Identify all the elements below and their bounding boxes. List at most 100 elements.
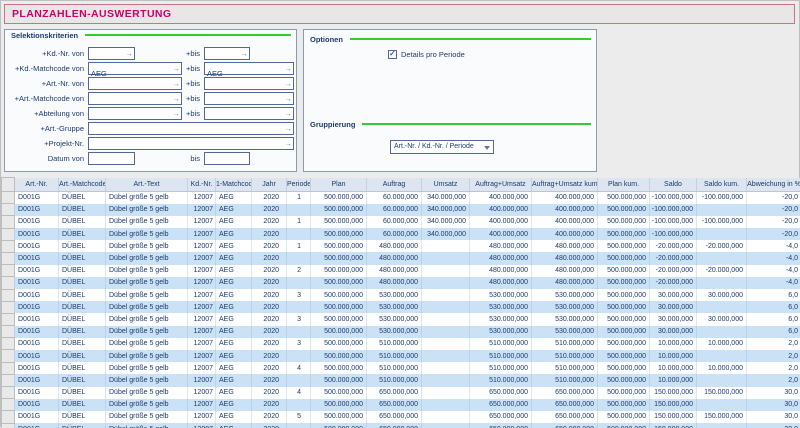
row-selector[interactable]	[2, 362, 15, 374]
cell: DÜBEL	[59, 313, 106, 325]
row-selector[interactable]	[2, 252, 15, 264]
column-header[interactable]: Auftrag+Umsatz	[470, 178, 532, 192]
cell: -4,0	[747, 277, 800, 289]
selektionskriterien-heading: Selektionskriterien	[11, 30, 291, 40]
table-row[interactable]: D001GDÜBELDübel größe 5 gelb12007AEG2020…	[2, 411, 800, 423]
gruppierung-dropdown[interactable]: Art.-Nr. / Kd.-Nr. / Periode	[390, 140, 494, 154]
artmatchcode-bis-input[interactable]: →	[204, 92, 294, 105]
kdmatchcode-von-input[interactable]: →	[88, 62, 182, 75]
datum-von-label: Datum von	[5, 152, 84, 165]
column-header[interactable]: Art.-Text	[106, 178, 188, 192]
datum-von-input[interactable]	[88, 152, 135, 165]
column-header[interactable]: Auftrag	[367, 178, 422, 192]
kdnr-bis-input[interactable]: →	[204, 47, 250, 60]
artnr-von-label: +Art.-Nr. von	[5, 77, 84, 90]
column-header[interactable]: Jahr	[252, 178, 287, 192]
table-row[interactable]: D001GDÜBELDübel größe 5 gelb12007AEG2020…	[2, 289, 800, 301]
lookup-arrow-icon[interactable]: →	[241, 49, 249, 59]
row-selector[interactable]	[2, 423, 15, 428]
cell: 10.000,000	[697, 362, 747, 374]
column-header[interactable]: Abweichung in %	[747, 178, 800, 192]
row-selector[interactable]	[2, 387, 15, 399]
row-selector[interactable]	[2, 228, 15, 240]
table-row[interactable]: D001GDÜBELDübel größe 5 gelb12007AEG2020…	[2, 362, 800, 374]
table-row[interactable]: D001GDÜBELDübel größe 5 gelb12007AEG2020…	[2, 301, 800, 313]
lookup-arrow-icon[interactable]: →	[285, 139, 293, 149]
row-selector[interactable]	[2, 350, 15, 362]
column-header[interactable]: Art.-Matchcode	[59, 178, 106, 192]
cell	[697, 399, 747, 411]
table-row[interactable]: D001GDÜBELDübel größe 5 gelb12007AEG2020…	[2, 192, 800, 204]
lookup-arrow-icon[interactable]: →	[285, 64, 293, 74]
artgruppe-input[interactable]: →	[88, 122, 294, 135]
row-selector[interactable]	[2, 265, 15, 277]
column-header[interactable]: Plan	[311, 178, 367, 192]
lookup-arrow-icon[interactable]: →	[285, 109, 293, 119]
column-header[interactable]: Art.-Nr.	[15, 178, 59, 192]
column-header[interactable]: Auftrag+Umsatz kum.	[532, 178, 598, 192]
cell: 12007	[188, 350, 216, 362]
artmatchcode-von-input[interactable]: →	[88, 92, 182, 105]
table-row[interactable]: D001GDÜBELDübel größe 5 gelb12007AEG2020…	[2, 399, 800, 411]
row-selector[interactable]	[2, 289, 15, 301]
cell: 150.000,000	[697, 387, 747, 399]
row-selector[interactable]	[2, 240, 15, 252]
row-selector[interactable]	[2, 411, 15, 423]
row-selector[interactable]	[2, 301, 15, 313]
kdmatchcode-bis-input[interactable]: →	[204, 62, 294, 75]
row-selector[interactable]	[2, 192, 15, 204]
cell: 2,0	[747, 338, 800, 350]
column-header[interactable]: Plan kum.	[598, 178, 650, 192]
cell: D001G	[15, 326, 59, 338]
row-selector[interactable]	[2, 204, 15, 216]
cell: -20.000,000	[650, 277, 697, 289]
cell: 530.000,000	[470, 326, 532, 338]
cell: 480.000,000	[367, 252, 422, 264]
row-selector[interactable]	[2, 338, 15, 350]
column-header[interactable]: Saldo	[650, 178, 697, 192]
row-selector[interactable]	[2, 326, 15, 338]
abteilung-bis-input[interactable]: →	[204, 107, 294, 120]
details-pro-periode-checkbox[interactable]: ✓	[388, 50, 397, 59]
table-row[interactable]: D001GDÜBELDübel größe 5 gelb12007AEG2020…	[2, 387, 800, 399]
table-row[interactable]: D001GDÜBELDübel größe 5 gelb12007AEG2020…	[2, 240, 800, 252]
kdnr-von-input[interactable]: →	[88, 47, 135, 60]
datum-bis-input[interactable]	[204, 152, 250, 165]
column-header[interactable]: Kd.-Nr.	[188, 178, 216, 192]
table-row[interactable]: D001GDÜBELDübel größe 5 gelb12007AEG2020…	[2, 423, 800, 428]
table-row[interactable]: D001GDÜBELDübel größe 5 gelb12007AEG2020…	[2, 204, 800, 216]
artnr-bis-input[interactable]: →	[204, 77, 294, 90]
cell: Dübel größe 5 gelb	[106, 228, 188, 240]
table-row[interactable]: D001GDÜBELDübel größe 5 gelb12007AEG2020…	[2, 216, 800, 228]
projektnr-input[interactable]: →	[88, 137, 294, 150]
column-header[interactable]: 1-Matchcoc	[216, 178, 252, 192]
table-row[interactable]: D001GDÜBELDübel größe 5 gelb12007AEG2020…	[2, 265, 800, 277]
row-selector[interactable]	[2, 313, 15, 325]
cell: DÜBEL	[59, 289, 106, 301]
cell: 12007	[188, 228, 216, 240]
artnr-von-input[interactable]: →	[88, 77, 182, 90]
table-row[interactable]: D001GDÜBELDübel größe 5 gelb12007AEG2020…	[2, 277, 800, 289]
cell: 150.000,000	[650, 399, 697, 411]
abteilung-von-input[interactable]: →	[88, 107, 182, 120]
lookup-arrow-icon[interactable]: →	[285, 94, 293, 104]
row-selector[interactable]	[2, 374, 15, 386]
cell: 510.000,000	[367, 338, 422, 350]
selektionskriterien-panel: Selektionskriterien +Kd.-Nr. von → +bis …	[4, 29, 297, 172]
lookup-arrow-icon[interactable]: →	[285, 79, 293, 89]
table-row[interactable]: D001GDÜBELDübel größe 5 gelb12007AEG2020…	[2, 313, 800, 325]
lookup-arrow-icon[interactable]: →	[126, 49, 134, 59]
column-header[interactable]: Saldo kum.	[697, 178, 747, 192]
column-header[interactable]: Umsatz	[422, 178, 470, 192]
column-header[interactable]: Periode	[287, 178, 311, 192]
table-row[interactable]: D001GDÜBELDübel größe 5 gelb12007AEG2020…	[2, 374, 800, 386]
row-selector[interactable]	[2, 216, 15, 228]
lookup-arrow-icon[interactable]: →	[285, 124, 293, 134]
table-row[interactable]: D001GDÜBELDübel größe 5 gelb12007AEG2020…	[2, 228, 800, 240]
table-row[interactable]: D001GDÜBELDübel größe 5 gelb12007AEG2020…	[2, 326, 800, 338]
table-row[interactable]: D001GDÜBELDübel größe 5 gelb12007AEG2020…	[2, 338, 800, 350]
table-row[interactable]: D001GDÜBELDübel größe 5 gelb12007AEG2020…	[2, 252, 800, 264]
row-selector[interactable]	[2, 399, 15, 411]
row-selector[interactable]	[2, 277, 15, 289]
table-row[interactable]: D001GDÜBELDübel größe 5 gelb12007AEG2020…	[2, 350, 800, 362]
